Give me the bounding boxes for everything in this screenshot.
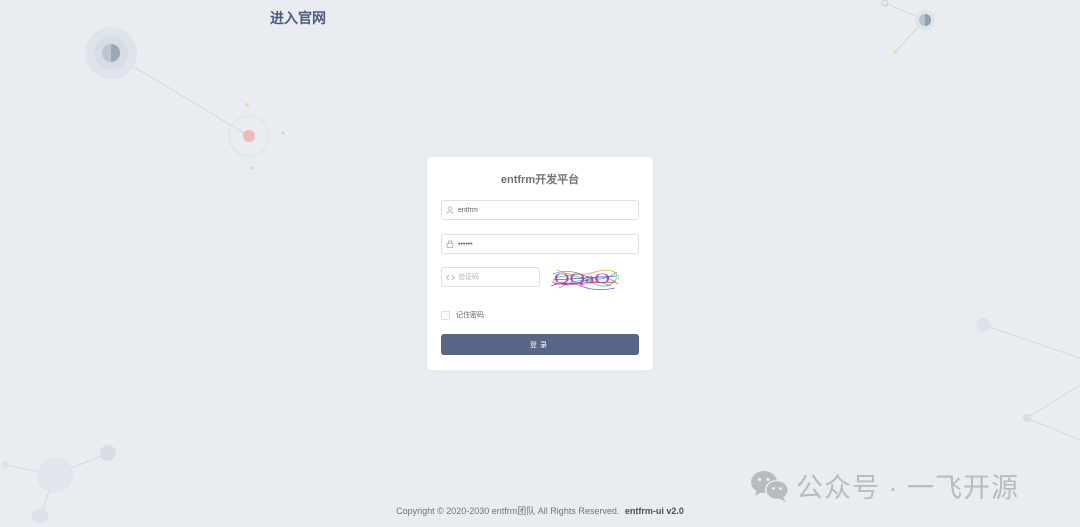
- captcha-image[interactable]: QQaO: [551, 266, 619, 290]
- remember-password-label: 记住密码: [456, 312, 484, 319]
- login-title: entfrm开发平台: [500, 174, 580, 186]
- captcha-field[interactable]: [441, 267, 540, 287]
- official-site-link[interactable]: 进入官网: [270, 8, 326, 28]
- remember-password-checkbox[interactable]: 记住密码: [441, 310, 484, 320]
- checkbox-box[interactable]: [441, 310, 450, 320]
- captcha-code-text: QQaO: [554, 271, 610, 287]
- login-card: entfrm开发平台 QQaO 记住: [427, 157, 653, 370]
- copyright-text: Copyright © 2020-2030 entfrm团队 All Right…: [396, 506, 620, 516]
- login-button[interactable]: 登录: [441, 334, 639, 355]
- wechat-icon: [751, 470, 789, 502]
- version-text: entfrm-ui v2.0: [624, 506, 684, 516]
- lock-icon: [442, 235, 458, 253]
- user-icon: [442, 201, 458, 219]
- password-field[interactable]: [441, 234, 639, 254]
- password-input[interactable]: [458, 236, 638, 252]
- captcha-input[interactable]: [458, 269, 539, 285]
- username-input[interactable]: [458, 202, 638, 218]
- code-icon: [442, 268, 458, 286]
- footer: Copyright © 2020-2030 entfrm团队 All Right…: [0, 504, 1080, 517]
- watermark: 公众号 · 一飞开源: [750, 466, 1019, 505]
- username-field[interactable]: [441, 200, 639, 220]
- watermark-text: 公众号 · 一飞开源: [796, 473, 1019, 503]
